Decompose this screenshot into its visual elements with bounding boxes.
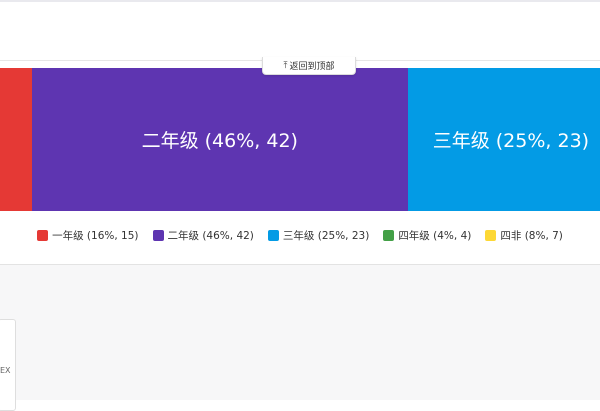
bar-segment-label: 二年级 (46%, 42) (141, 130, 298, 152)
top-panel (0, 0, 600, 61)
legend-item-grade-1[interactable]: 一年级 (16%, 15) (37, 228, 139, 243)
lower-section (0, 265, 600, 411)
bar-segment-label: 三年级 (25%, 23) (432, 130, 590, 152)
top-divider (0, 0, 600, 2)
legend-item-grade-2[interactable]: 二年级 (46%, 42) (152, 228, 254, 243)
legend-swatch (267, 229, 279, 241)
back-to-top-label: 返回到顶部 (289, 62, 335, 72)
legend-label: 三年级 (25%, 23) (282, 229, 370, 242)
legend-swatch (37, 229, 49, 241)
legend-item-grade-3[interactable]: 三年级 (25%, 23) (267, 228, 370, 243)
chart-card: 二年级 (46%, 42) 三年级 (25%, 23) 一年级 (16%, 15)… (0, 61, 600, 265)
chart-legend: 一年级 (16%, 15) 二年级 (46%, 42) 三年级 (25%, 23… (0, 227, 600, 243)
side-panel (0, 319, 16, 411)
legend-label: 四非 (8%, 7) (500, 229, 563, 242)
legend-label: 一年级 (16%, 15) (52, 229, 139, 242)
legend-swatch (152, 229, 164, 241)
bar-segment[interactable] (0, 68, 32, 211)
bar-segment[interactable]: 三年级 (25%, 23) (407, 68, 600, 211)
cut-off-text: EX (0, 366, 11, 375)
legend-swatch (383, 229, 395, 241)
legend-item-grade-4[interactable]: 四年级 (4%, 4) (383, 228, 471, 243)
arrow-up-bar-icon: ⤒ (283, 60, 288, 71)
back-to-top-button[interactable]: ⤒ 返回到顶部 (262, 57, 356, 75)
legend-item-sifei[interactable]: 四非 (8%, 7) (485, 228, 563, 243)
stacked-bar-chart: 二年级 (46%, 42) 三年级 (25%, 23) (0, 68, 600, 211)
legend-swatch (485, 229, 497, 241)
bar-segment[interactable]: 二年级 (46%, 42) (31, 68, 408, 211)
legend-label: 四年级 (4%, 4) (398, 229, 472, 242)
legend-label: 二年级 (46%, 42) (167, 229, 254, 242)
